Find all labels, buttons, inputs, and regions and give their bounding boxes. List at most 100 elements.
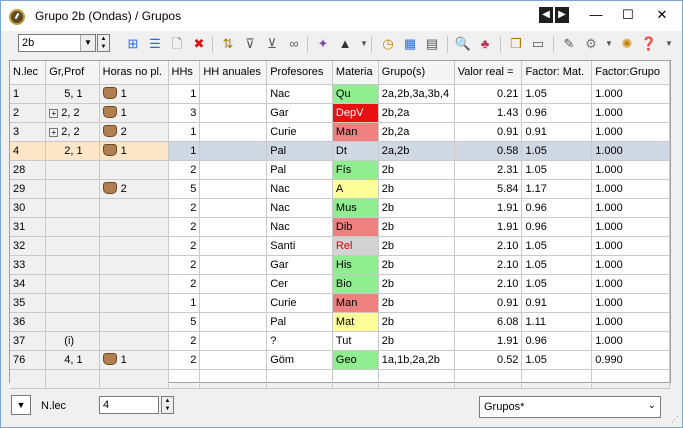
sort-icon[interactable]: ⇅ bbox=[219, 35, 237, 53]
cell-hhs[interactable]: 2 bbox=[168, 198, 201, 218]
cell-horas-no-pl[interactable]: 1 bbox=[99, 84, 169, 104]
cell-profesor[interactable]: ? bbox=[266, 331, 333, 351]
cell-horas-no-pl[interactable]: 1 bbox=[99, 141, 169, 161]
cell-horas-no-pl[interactable] bbox=[99, 198, 169, 218]
cell-grupos[interactable]: 1a,1b,2a,2b bbox=[378, 350, 455, 370]
cell-grupos[interactable]: 2b bbox=[378, 198, 455, 218]
cell-profesor[interactable]: Pal bbox=[266, 141, 333, 161]
cell-hh-anuales[interactable] bbox=[199, 236, 268, 256]
cell-hhs[interactable]: 5 bbox=[168, 312, 201, 332]
cell-grprof[interactable]: 4, 1 bbox=[45, 350, 100, 370]
edit-icon[interactable]: ✎ bbox=[560, 35, 578, 53]
cell-materia[interactable]: Mus bbox=[332, 198, 379, 218]
cell-valor-real[interactable]: 2.10 bbox=[454, 236, 523, 256]
chevron-down-icon[interactable]: ▼ bbox=[660, 35, 678, 53]
cell-factor-grupo[interactable]: 1.000 bbox=[591, 179, 670, 199]
cell-grprof[interactable] bbox=[45, 160, 100, 180]
filter-add-icon[interactable]: ⊻ bbox=[263, 35, 281, 53]
minimize-button[interactable]: — bbox=[581, 3, 611, 27]
cell-profesor[interactable]: Pal bbox=[266, 312, 333, 332]
delete-icon[interactable]: ✖ bbox=[190, 35, 208, 53]
cell-materia[interactable]: Fís bbox=[332, 160, 379, 180]
cell-grprof[interactable] bbox=[45, 312, 100, 332]
cell-materia[interactable]: Rel bbox=[332, 236, 379, 256]
table-row[interactable]: 4 2, 1 1 1 Pal Dt 2a,2b 0.58 1.05 1.000 bbox=[10, 141, 670, 161]
field-dropdown-button[interactable]: ▼ bbox=[11, 395, 31, 415]
cell-profesor[interactable]: Göm bbox=[266, 350, 333, 370]
cell-factor-grupo[interactable]: 0.990 bbox=[591, 350, 670, 370]
cell-nlec[interactable]: 1 bbox=[10, 84, 47, 104]
cell-materia[interactable]: Bio bbox=[332, 274, 379, 294]
cell-factor-grupo[interactable]: 1.000 bbox=[591, 236, 670, 256]
cell-factor-mat[interactable]: 0.96 bbox=[521, 331, 593, 351]
cell-materia[interactable]: His bbox=[332, 255, 379, 275]
cell-grprof[interactable]: 2, 1 bbox=[45, 141, 100, 161]
cell-grupos[interactable]: 2b bbox=[378, 160, 455, 180]
col-header-valor-real[interactable]: Valor real = bbox=[454, 61, 523, 85]
list-icon[interactable]: ☰ bbox=[146, 35, 164, 53]
col-header-grupos[interactable]: Grupo(s) bbox=[378, 61, 455, 85]
cell-horas-no-pl[interactable] bbox=[99, 274, 169, 294]
cell-profesor[interactable]: Nac bbox=[266, 198, 333, 218]
cell-hhs[interactable]: 3 bbox=[168, 103, 201, 123]
timetable-icon[interactable]: ▦ bbox=[401, 35, 419, 53]
cell-profesor[interactable]: Santi bbox=[266, 236, 333, 256]
table-row[interactable]: 28 2 Pal Fís 2b 2.31 1.05 1.000 bbox=[10, 160, 670, 180]
table-row[interactable]: 32 2 Santi Rel 2b 2.10 1.05 1.000 bbox=[10, 236, 670, 256]
table-row[interactable]: 76 4, 1 1 2 Göm Geo 1a,1b,2a,2b 0.52 1.05 0.990 bbox=[10, 350, 670, 370]
cell-factor-grupo[interactable]: 1.000 bbox=[591, 122, 670, 142]
cell-horas-no-pl[interactable] bbox=[99, 236, 169, 256]
cell-factor-mat[interactable]: 0.96 bbox=[521, 198, 593, 218]
cell-nlec[interactable]: 3 bbox=[10, 122, 47, 142]
cell-grprof[interactable] bbox=[45, 217, 100, 237]
cell-nlec[interactable]: 29 bbox=[10, 179, 47, 199]
cell-grprof[interactable] bbox=[45, 236, 100, 256]
cell-grupos[interactable]: 2b,2a bbox=[378, 103, 455, 123]
cell-materia[interactable]: DepV bbox=[332, 103, 379, 123]
cell-nlec[interactable]: 36 bbox=[10, 312, 47, 332]
col-header-horas-no-pl[interactable]: Horas no pl. bbox=[99, 61, 169, 85]
cell-hhs[interactable]: 2 bbox=[168, 236, 201, 256]
cell-factor-grupo[interactable]: 1.000 bbox=[591, 141, 670, 161]
clock-icon[interactable]: ◷ bbox=[379, 35, 397, 53]
cell-grupos[interactable]: 2a,2b,3a,3b,4 bbox=[378, 84, 455, 104]
cell-materia[interactable]: A bbox=[332, 179, 379, 199]
table-row[interactable]: 29 2 5 Nac A 2b 5.84 1.17 1.000 bbox=[10, 179, 670, 199]
cell-hh-anuales[interactable] bbox=[199, 255, 268, 275]
cell-hhs[interactable]: 2 bbox=[168, 274, 201, 294]
cell-materia[interactable]: Man bbox=[332, 293, 379, 313]
cell-grprof[interactable] bbox=[45, 255, 100, 275]
cell-valor-real[interactable]: 0.21 bbox=[454, 84, 523, 104]
cell-grupos[interactable]: 2b bbox=[378, 293, 455, 313]
cell-horas-no-pl[interactable]: 2 bbox=[99, 122, 169, 142]
cell-factor-mat[interactable]: 1.05 bbox=[521, 274, 593, 294]
cell-profesor[interactable]: Nac bbox=[266, 217, 333, 237]
cell-horas-no-pl[interactable] bbox=[99, 255, 169, 275]
cell-grprof[interactable] bbox=[45, 293, 100, 313]
cell-hh-anuales[interactable] bbox=[199, 312, 268, 332]
cell-factor-mat[interactable]: 0.91 bbox=[521, 122, 593, 142]
group-spinner[interactable]: ▲ ▼ bbox=[97, 34, 110, 52]
cell-profesor[interactable]: Pal bbox=[266, 160, 333, 180]
col-header-materia[interactable]: Materia bbox=[332, 61, 379, 85]
cell-valor-real[interactable]: 1.91 bbox=[454, 217, 523, 237]
cell-grupos[interactable]: 2b bbox=[378, 312, 455, 332]
cell-hh-anuales[interactable] bbox=[199, 350, 268, 370]
cell-hh-anuales[interactable] bbox=[199, 293, 268, 313]
cell-factor-mat[interactable]: 1.05 bbox=[521, 141, 593, 161]
cell-horas-no-pl[interactable] bbox=[99, 217, 169, 237]
cell-hh-anuales[interactable] bbox=[199, 274, 268, 294]
cell-horas-no-pl[interactable] bbox=[99, 312, 169, 332]
cell-factor-grupo[interactable]: 1.000 bbox=[591, 255, 670, 275]
cell-nlec[interactable]: 28 bbox=[10, 160, 47, 180]
previous-group-button[interactable]: ◀ bbox=[539, 7, 553, 23]
cell-materia[interactable]: Mat bbox=[332, 312, 379, 332]
copy-icon[interactable]: ❐ bbox=[507, 35, 525, 53]
cell-materia[interactable]: Dt bbox=[332, 141, 379, 161]
cell-horas-no-pl[interactable]: 2 bbox=[99, 179, 169, 199]
cell-profesor[interactable]: Nac bbox=[266, 84, 333, 104]
table-row[interactable]: 36 5 Pal Mat 2b 6.08 1.11 1.000 bbox=[10, 312, 670, 332]
cell-hhs[interactable]: 2 bbox=[168, 331, 201, 351]
col-header-factor-mat[interactable]: Factor: Mat. bbox=[521, 61, 593, 85]
cell-grprof[interactable]: 5, 1 bbox=[45, 84, 100, 104]
